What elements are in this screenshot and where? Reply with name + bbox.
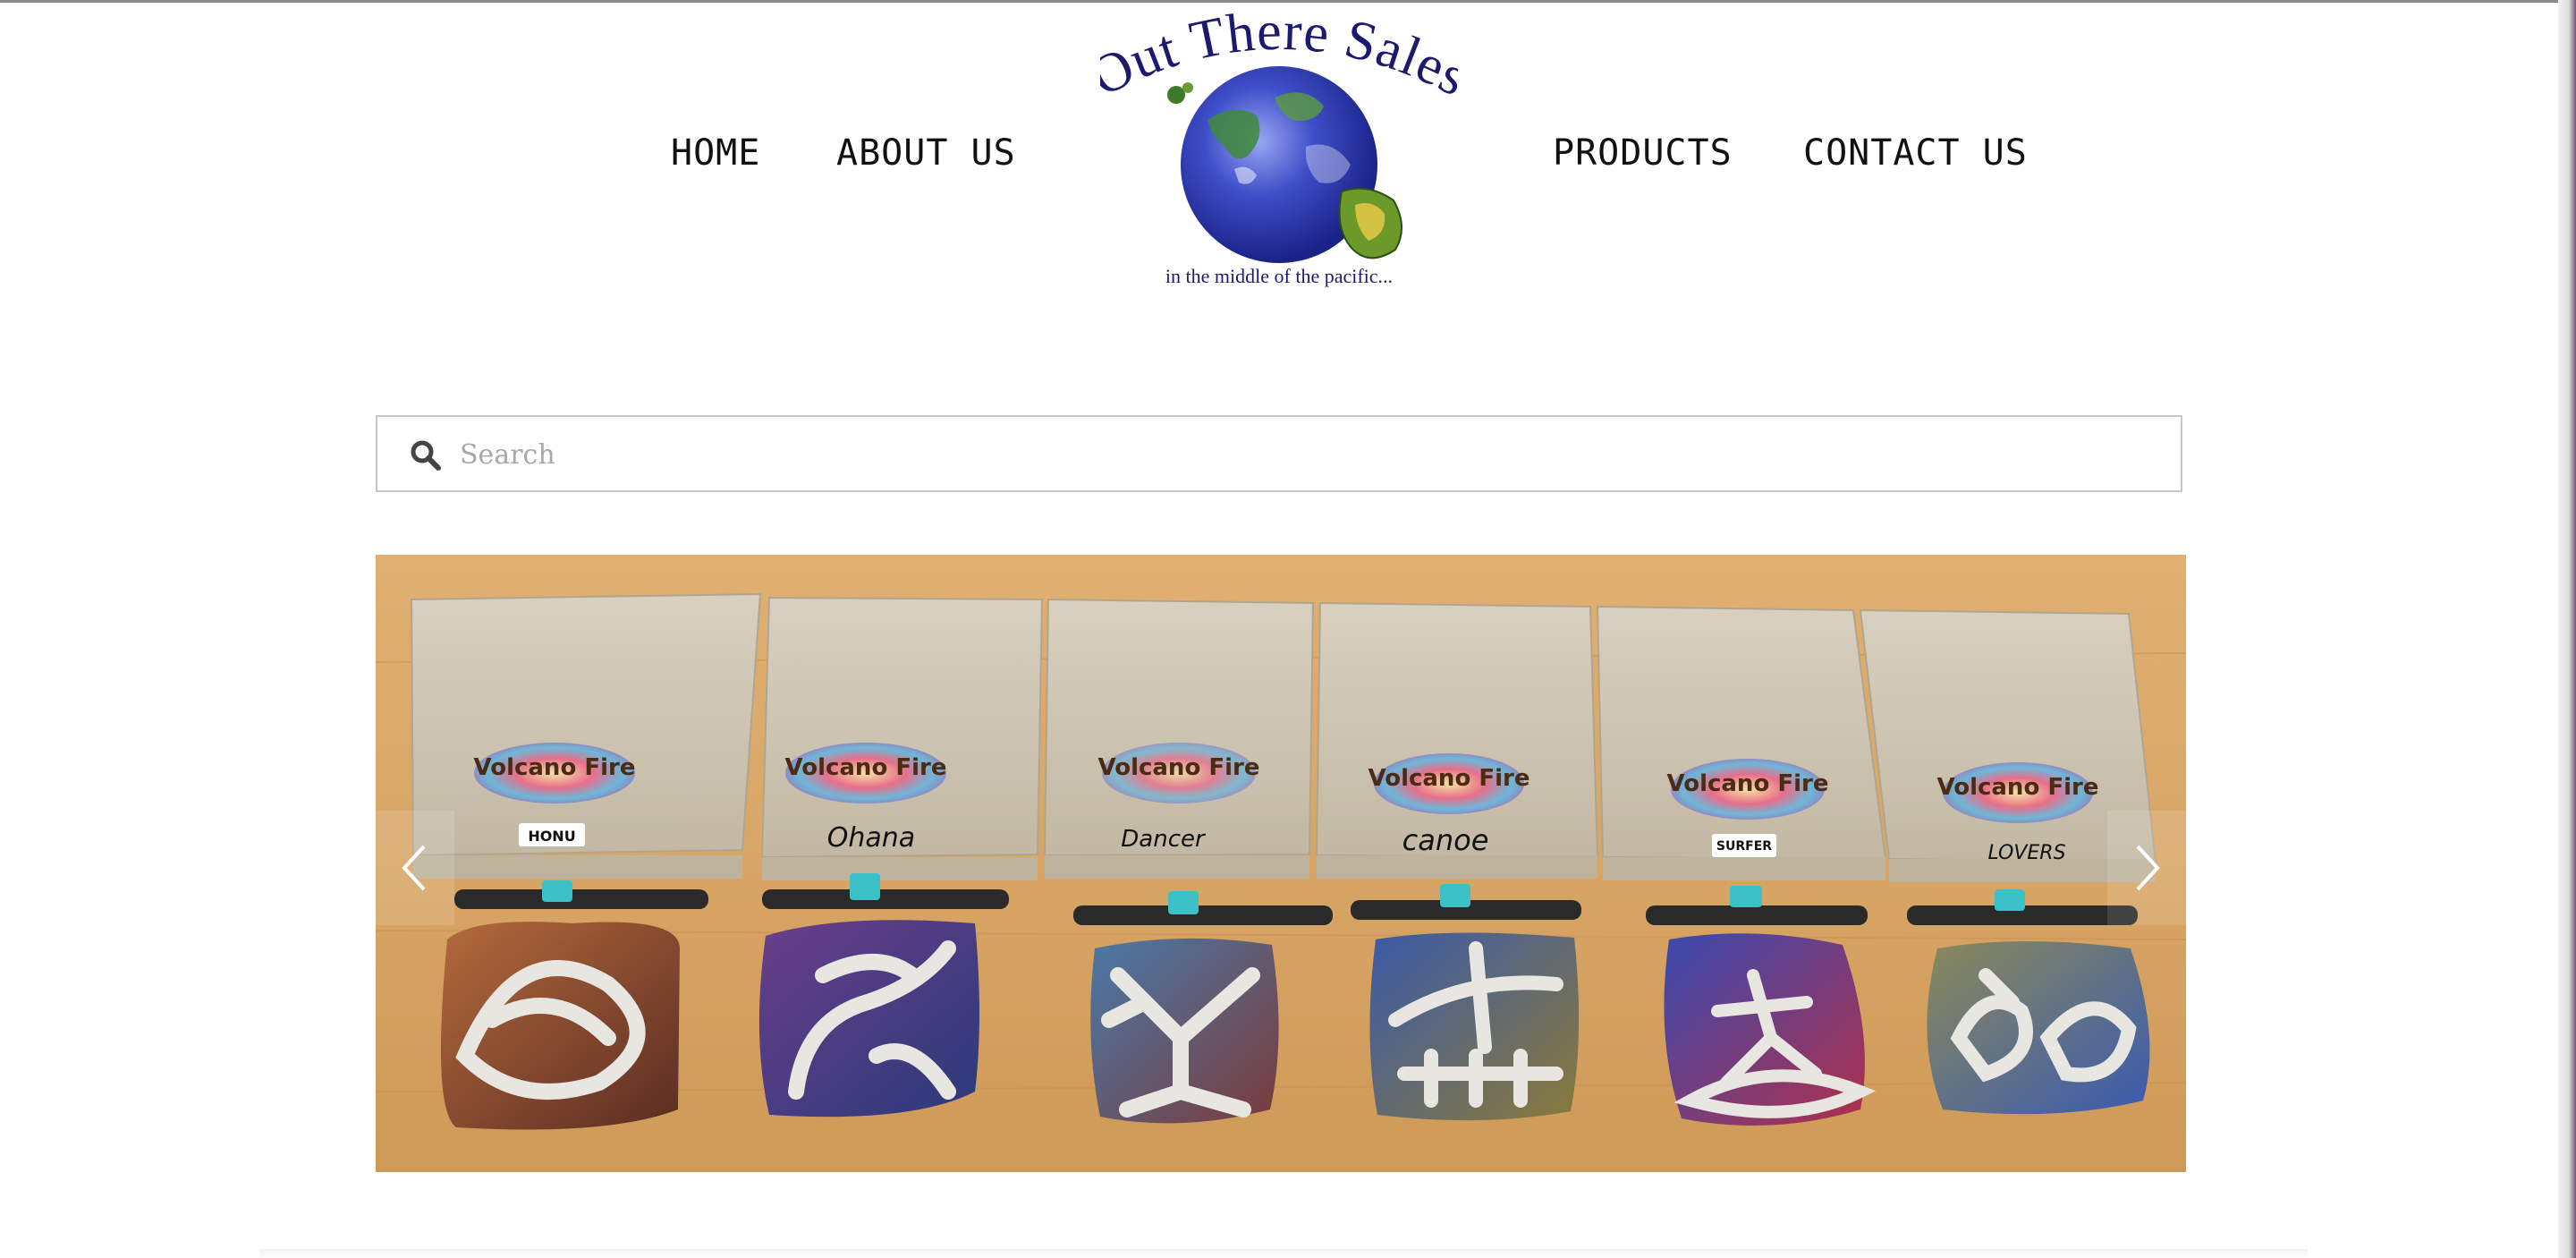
window-edge	[2558, 0, 2576, 1258]
search-icon	[411, 440, 441, 471]
svg-text:Volcano Fire: Volcano Fire	[1667, 770, 1829, 797]
logo-tagline: in the middle of the pacific...	[1165, 265, 1393, 287]
gift-boxes	[410, 592, 2157, 882]
browser-top-border	[0, 0, 2576, 3]
svg-text:Volcano Fire: Volcano Fire	[1937, 774, 2099, 801]
nav-products[interactable]: PRODUCTS	[1553, 132, 1733, 174]
svg-text:HONU: HONU	[528, 828, 575, 845]
slider-prev-button[interactable]	[376, 811, 454, 925]
svg-text:Volcano Fire: Volcano Fire	[1368, 765, 1530, 792]
svg-text:Volcano Fire: Volcano Fire	[474, 754, 636, 781]
svg-text:LOVERS: LOVERS	[1987, 842, 2065, 864]
content-divider	[259, 1249, 2308, 1258]
chevron-right-icon	[2136, 845, 2160, 891]
svg-text:SURFER: SURFER	[1716, 839, 1772, 854]
nav-about-us[interactable]: ABOUT US	[836, 132, 1016, 174]
product-slider: Volcano Fire Volcano Fire Volcano Fire V…	[376, 555, 2186, 1172]
search-input[interactable]	[458, 426, 2143, 483]
svg-text:canoe: canoe	[1402, 823, 1489, 857]
svg-text:Volcano Fire: Volcano Fire	[785, 754, 947, 781]
search-bar[interactable]	[376, 415, 2182, 492]
nav-home[interactable]: HOME	[671, 132, 760, 174]
svg-text:Dancer: Dancer	[1121, 826, 1207, 853]
chevron-left-icon	[402, 845, 426, 891]
slider-image: Volcano Fire Volcano Fire Volcano Fire V…	[376, 555, 2186, 1172]
svg-text:Ohana: Ohana	[827, 822, 915, 854]
site-logo[interactable]: Out There Sales in the middle of the pac…	[1081, 1, 1477, 299]
slider-next-button[interactable]	[2107, 811, 2186, 925]
svg-text:Volcano Fire: Volcano Fire	[1098, 754, 1260, 781]
nav-contact-us[interactable]: CONTACT US	[1803, 132, 2028, 174]
